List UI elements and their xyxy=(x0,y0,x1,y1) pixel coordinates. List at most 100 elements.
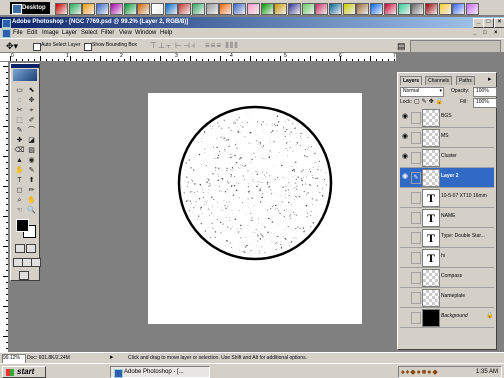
document-canvas[interactable] xyxy=(148,93,362,324)
desktop-shortcut-icon[interactable] xyxy=(96,3,110,15)
desktop-shortcut-icon[interactable] xyxy=(137,3,151,15)
desktop-shortcut-icon[interactable] xyxy=(150,3,164,15)
link-brush-icon[interactable] xyxy=(411,112,421,124)
palette-well[interactable] xyxy=(410,40,501,53)
eye-icon[interactable]: ◉ xyxy=(401,132,409,142)
desktop-shortcut-icon[interactable] xyxy=(219,3,233,15)
start-button[interactable]: start xyxy=(2,366,46,378)
tool-icon[interactable]: ◻ xyxy=(14,186,25,195)
standard-mode-icon[interactable] xyxy=(26,244,36,253)
desktop-shortcut-icon[interactable] xyxy=(178,3,192,15)
tool-icon[interactable]: ✎ xyxy=(14,126,25,135)
eye-icon[interactable]: ◉ xyxy=(401,152,409,162)
file-browser-icon[interactable]: ▤ xyxy=(397,41,406,52)
tool-icon[interactable]: ✋ xyxy=(26,196,37,205)
palette-menu-icon[interactable]: ▸ xyxy=(488,75,492,83)
desktop-shortcut-icon[interactable] xyxy=(329,3,342,15)
desktop-shortcut-icon[interactable] xyxy=(109,3,123,15)
tool-icon[interactable]: ◌ xyxy=(14,96,25,105)
eye-icon[interactable] xyxy=(401,292,409,302)
document-icon[interactable] xyxy=(2,29,11,38)
tool-icon[interactable]: ⬉ xyxy=(26,86,37,95)
close-button[interactable]: × xyxy=(494,18,504,28)
desktop-shortcut-icon[interactable] xyxy=(315,3,329,15)
eye-icon[interactable] xyxy=(401,192,409,202)
tray-icons[interactable]: ♠♦◆●■●◆ xyxy=(401,368,439,376)
link-brush-icon[interactable] xyxy=(411,212,421,224)
desktop-shortcut-icon[interactable] xyxy=(192,3,205,15)
menu-select[interactable]: Select xyxy=(81,28,98,38)
layer-row[interactable]: T NAME xyxy=(400,208,494,228)
desktop-shortcut-icon[interactable] xyxy=(397,3,411,15)
tool-icon[interactable]: 🔍 xyxy=(26,206,37,215)
menu-window[interactable]: Window xyxy=(135,28,156,38)
desktop-shortcut-icon[interactable] xyxy=(356,3,370,15)
eye-icon[interactable] xyxy=(401,232,409,242)
link-brush-icon[interactable] xyxy=(411,192,421,204)
layer-row[interactable]: ◉ Cluster xyxy=(400,148,494,168)
link-brush-icon[interactable] xyxy=(411,252,421,264)
eye-icon[interactable]: ◉ xyxy=(401,172,409,182)
menu-file[interactable]: File xyxy=(13,28,23,38)
desktop-shortcut-icon[interactable] xyxy=(82,3,96,15)
eye-icon[interactable] xyxy=(401,252,409,262)
jump-to-imageready-icon[interactable] xyxy=(19,271,29,280)
tool-icon[interactable]: ▨ xyxy=(26,146,37,155)
align-buttons-icon[interactable]: ⊤⊥⫟ ⊢⊣⫞ xyxy=(150,41,196,51)
desktop-shortcut-icon[interactable] xyxy=(287,3,301,15)
play-arrow-icon[interactable]: ▸ xyxy=(110,353,114,363)
menu-filter[interactable]: Filter xyxy=(101,28,114,38)
menu-layer[interactable]: Layer xyxy=(62,28,77,38)
layer-row[interactable]: ◉ MS xyxy=(400,128,494,148)
doc-restore-button[interactable]: □ xyxy=(483,28,487,38)
toolbox-header[interactable] xyxy=(11,64,39,68)
tool-icon[interactable]: ⌫ xyxy=(14,146,25,155)
tool-icon[interactable]: T xyxy=(14,176,25,185)
desktop-shortcut-icon[interactable] xyxy=(246,3,260,15)
link-brush-icon[interactable] xyxy=(411,292,421,304)
eye-icon[interactable] xyxy=(401,212,409,222)
desktop-shortcut-icon[interactable] xyxy=(370,3,384,15)
eye-icon[interactable] xyxy=(401,312,409,322)
link-brush-icon[interactable] xyxy=(411,152,421,164)
menu-edit[interactable]: Edit xyxy=(27,28,37,38)
layer-row[interactable]: Background 🔒 xyxy=(400,308,494,328)
tool-icon[interactable]: ✚ xyxy=(14,136,25,145)
maximize-button[interactable]: □ xyxy=(483,18,494,28)
auto-select-checkbox[interactable] xyxy=(33,43,41,51)
desktop-shortcut-icon[interactable] xyxy=(342,3,356,15)
eye-icon[interactable]: ◉ xyxy=(401,112,409,122)
tab-channels[interactable]: Channels xyxy=(425,76,453,85)
desktop-shortcut-icon[interactable] xyxy=(205,3,219,15)
blend-mode-select[interactable]: Normal ▾ xyxy=(400,87,444,97)
tool-icon[interactable]: ✂ xyxy=(14,106,25,115)
tool-icon[interactable]: ✐ xyxy=(26,116,37,125)
link-brush-icon[interactable] xyxy=(411,312,421,324)
desktop-button[interactable]: Desktop xyxy=(10,2,50,14)
menu-view[interactable]: View xyxy=(119,28,132,38)
desktop-shortcut-icon[interactable] xyxy=(123,3,137,15)
desktop-shortcut-icon[interactable] xyxy=(68,3,82,15)
layer-row[interactable]: T 10-5-07 XT10 16mm xyxy=(400,188,494,208)
taskbar-photoshop-button[interactable]: Adobe Photoshop - [... xyxy=(110,366,210,378)
photoshop-app-icon[interactable] xyxy=(2,19,11,28)
tool-icon[interactable]: ⬆ xyxy=(26,176,37,185)
desktop-shortcut-icon[interactable] xyxy=(466,3,479,15)
tool-icon[interactable]: ✥ xyxy=(26,96,37,105)
layer-row[interactable]: ◉ BGS xyxy=(400,108,494,128)
tool-icon[interactable]: ◪ xyxy=(26,136,37,145)
tool-icon[interactable]: ✋ xyxy=(14,166,25,175)
layer-row[interactable]: Nameplate xyxy=(400,288,494,308)
link-brush-icon[interactable] xyxy=(411,232,421,244)
lock-buttons-icon[interactable]: ▢✎✥🔒 xyxy=(414,98,445,105)
desktop-shortcut-icon[interactable] xyxy=(424,3,438,15)
foreground-color-swatch[interactable] xyxy=(16,219,29,232)
desktop-shortcut-icon[interactable] xyxy=(383,3,397,15)
tool-icon[interactable]: ▭ xyxy=(14,86,25,95)
tool-icon[interactable]: ✏ xyxy=(26,186,37,195)
tool-icon[interactable]: ⌕ xyxy=(14,196,25,205)
tab-paths[interactable]: Paths xyxy=(456,76,475,85)
link-brush-icon[interactable]: ✎ xyxy=(411,172,421,184)
photoshop-logo[interactable] xyxy=(13,69,37,81)
desktop-shortcut-icon[interactable] xyxy=(164,3,178,15)
